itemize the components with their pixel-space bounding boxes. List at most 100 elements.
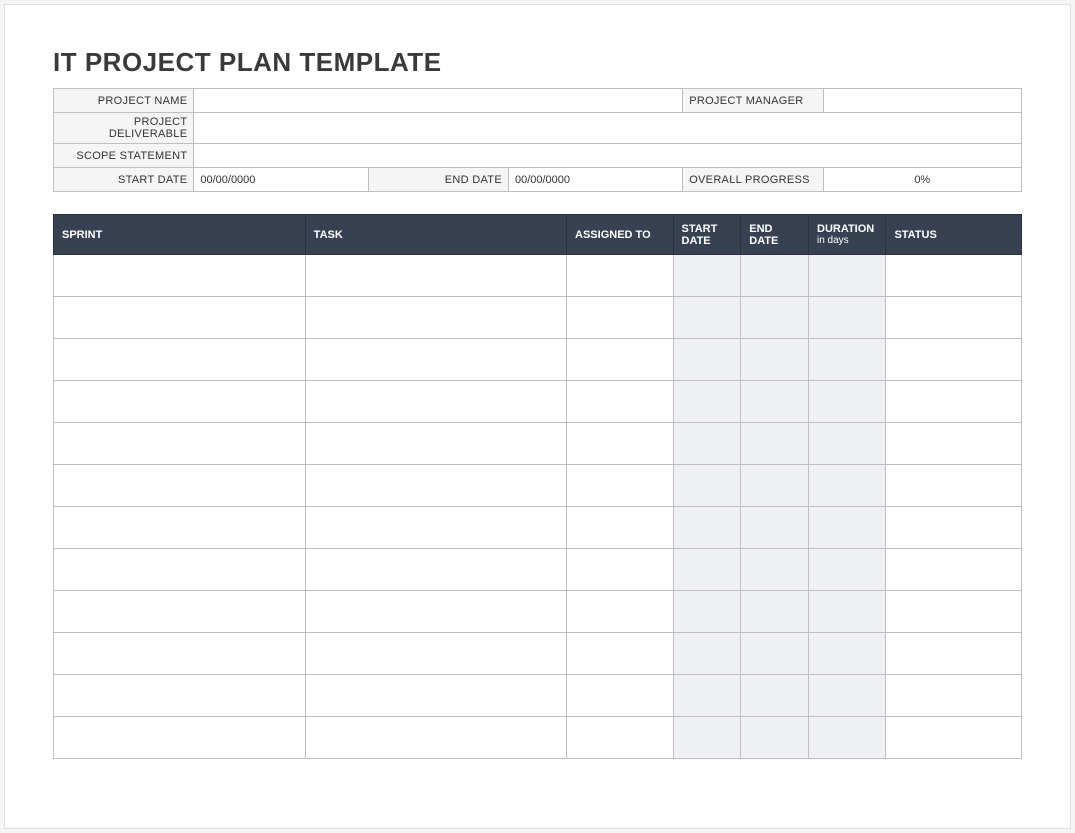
- cell-start-date[interactable]: [673, 465, 741, 507]
- header-end-date: END DATE: [741, 215, 809, 255]
- cell-end-date[interactable]: [741, 255, 809, 297]
- cell-sprint[interactable]: [54, 717, 306, 759]
- cell-task[interactable]: [305, 465, 566, 507]
- cell-duration[interactable]: [809, 549, 886, 591]
- cell-duration[interactable]: [809, 633, 886, 675]
- cell-duration[interactable]: [809, 297, 886, 339]
- cell-status[interactable]: [886, 381, 1022, 423]
- table-row: [54, 675, 1022, 717]
- cell-assigned-to[interactable]: [567, 675, 673, 717]
- cell-start-date[interactable]: [673, 381, 741, 423]
- cell-start-date[interactable]: [673, 717, 741, 759]
- value-overall-progress[interactable]: 0%: [823, 168, 1021, 192]
- cell-assigned-to[interactable]: [567, 591, 673, 633]
- cell-start-date[interactable]: [673, 297, 741, 339]
- value-end-date[interactable]: 00/00/0000: [508, 168, 682, 192]
- cell-status[interactable]: [886, 297, 1022, 339]
- cell-task[interactable]: [305, 423, 566, 465]
- cell-status[interactable]: [886, 675, 1022, 717]
- table-row: [54, 423, 1022, 465]
- value-scope-statement[interactable]: [194, 144, 1022, 168]
- cell-start-date[interactable]: [673, 633, 741, 675]
- cell-end-date[interactable]: [741, 633, 809, 675]
- cell-task[interactable]: [305, 549, 566, 591]
- cell-task[interactable]: [305, 591, 566, 633]
- cell-sprint[interactable]: [54, 675, 306, 717]
- cell-task[interactable]: [305, 255, 566, 297]
- cell-status[interactable]: [886, 717, 1022, 759]
- cell-assigned-to[interactable]: [567, 465, 673, 507]
- cell-end-date[interactable]: [741, 423, 809, 465]
- cell-task[interactable]: [305, 381, 566, 423]
- cell-status[interactable]: [886, 633, 1022, 675]
- cell-task[interactable]: [305, 297, 566, 339]
- cell-assigned-to[interactable]: [567, 633, 673, 675]
- cell-end-date[interactable]: [741, 507, 809, 549]
- cell-end-date[interactable]: [741, 465, 809, 507]
- cell-sprint[interactable]: [54, 507, 306, 549]
- value-start-date[interactable]: 00/00/0000: [194, 168, 368, 192]
- value-project-name[interactable]: [194, 89, 683, 113]
- cell-start-date[interactable]: [673, 339, 741, 381]
- cell-status[interactable]: [886, 423, 1022, 465]
- cell-duration[interactable]: [809, 465, 886, 507]
- cell-task[interactable]: [305, 339, 566, 381]
- table-row: [54, 255, 1022, 297]
- cell-assigned-to[interactable]: [567, 255, 673, 297]
- cell-assigned-to[interactable]: [567, 423, 673, 465]
- cell-end-date[interactable]: [741, 297, 809, 339]
- cell-task[interactable]: [305, 675, 566, 717]
- cell-duration[interactable]: [809, 381, 886, 423]
- cell-sprint[interactable]: [54, 633, 306, 675]
- cell-end-date[interactable]: [741, 381, 809, 423]
- cell-start-date[interactable]: [673, 255, 741, 297]
- table-row: [54, 381, 1022, 423]
- header-status: STATUS: [886, 215, 1022, 255]
- cell-status[interactable]: [886, 549, 1022, 591]
- cell-sprint[interactable]: [54, 549, 306, 591]
- value-project-manager[interactable]: [823, 89, 1021, 113]
- cell-duration[interactable]: [809, 675, 886, 717]
- cell-assigned-to[interactable]: [567, 381, 673, 423]
- cell-sprint[interactable]: [54, 339, 306, 381]
- cell-sprint[interactable]: [54, 381, 306, 423]
- cell-start-date[interactable]: [673, 591, 741, 633]
- label-project-name: PROJECT NAME: [54, 89, 194, 113]
- cell-sprint[interactable]: [54, 255, 306, 297]
- cell-end-date[interactable]: [741, 675, 809, 717]
- cell-assigned-to[interactable]: [567, 339, 673, 381]
- cell-end-date[interactable]: [741, 591, 809, 633]
- cell-status[interactable]: [886, 465, 1022, 507]
- cell-status[interactable]: [886, 339, 1022, 381]
- cell-end-date[interactable]: [741, 549, 809, 591]
- cell-start-date[interactable]: [673, 423, 741, 465]
- cell-status[interactable]: [886, 255, 1022, 297]
- cell-sprint[interactable]: [54, 591, 306, 633]
- cell-status[interactable]: [886, 591, 1022, 633]
- cell-assigned-to[interactable]: [567, 717, 673, 759]
- cell-start-date[interactable]: [673, 549, 741, 591]
- cell-duration[interactable]: [809, 717, 886, 759]
- cell-sprint[interactable]: [54, 297, 306, 339]
- cell-assigned-to[interactable]: [567, 507, 673, 549]
- cell-duration[interactable]: [809, 255, 886, 297]
- cell-duration[interactable]: [809, 507, 886, 549]
- cell-duration[interactable]: [809, 423, 886, 465]
- cell-status[interactable]: [886, 507, 1022, 549]
- cell-start-date[interactable]: [673, 507, 741, 549]
- cell-task[interactable]: [305, 633, 566, 675]
- cell-sprint[interactable]: [54, 423, 306, 465]
- value-project-deliverable[interactable]: [194, 113, 1022, 144]
- cell-duration[interactable]: [809, 591, 886, 633]
- cell-end-date[interactable]: [741, 717, 809, 759]
- sprint-task-table: SPRINT TASK ASSIGNED TO START DATE END D…: [53, 214, 1022, 759]
- cell-assigned-to[interactable]: [567, 297, 673, 339]
- cell-task[interactable]: [305, 507, 566, 549]
- cell-duration[interactable]: [809, 339, 886, 381]
- cell-sprint[interactable]: [54, 465, 306, 507]
- cell-start-date[interactable]: [673, 675, 741, 717]
- cell-end-date[interactable]: [741, 339, 809, 381]
- cell-task[interactable]: [305, 717, 566, 759]
- cell-assigned-to[interactable]: [567, 549, 673, 591]
- label-project-deliverable: PROJECT DELIVERABLE: [54, 113, 194, 144]
